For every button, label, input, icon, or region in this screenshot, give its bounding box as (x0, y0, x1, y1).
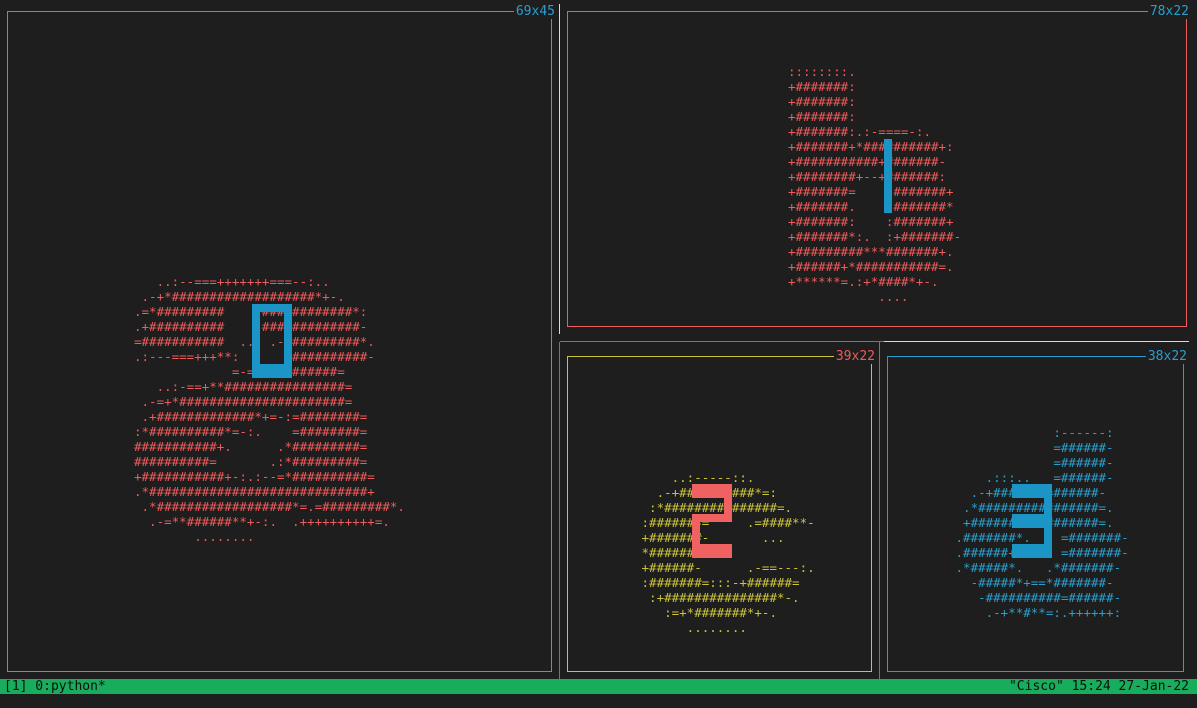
pane-2[interactable]: 39x22 ..:-----::. .-+##########*=: :*###… (560, 342, 879, 679)
pane-2-size-label: 39x22 (833, 349, 875, 364)
tmux-status-bar: [1] 0:python* "Cisco" 15:24 27-Jan-22 (0, 679, 1197, 694)
pane-1[interactable]: 78x22 ::::::::. +#######: +#######: +###… (560, 0, 1197, 340)
pane-0[interactable]: 69x45 ..:--===+++++++===--:.. .-+*######… (0, 0, 559, 679)
pane-0-size-label: 69x45 (513, 4, 555, 19)
pane-3-size-label: 38x22 (1145, 349, 1187, 364)
status-host-time: "Cisco" 15:24 27-Jan-22 (1008, 679, 1189, 694)
pane-1-digit-1 (884, 139, 892, 213)
status-window-list[interactable]: [1] 0:python* (4, 679, 106, 694)
pane-0-ascii-art: ..:--===+++++++===--:.. .-+*############… (134, 274, 405, 544)
pane-1-size-label: 78x22 (1147, 4, 1189, 19)
pane-3[interactable]: 38x22 :------: =######- =######- .:::.. … (880, 342, 1197, 679)
pane-1-ascii-art: ::::::::. +#######: +#######: +#######: … (788, 64, 962, 304)
